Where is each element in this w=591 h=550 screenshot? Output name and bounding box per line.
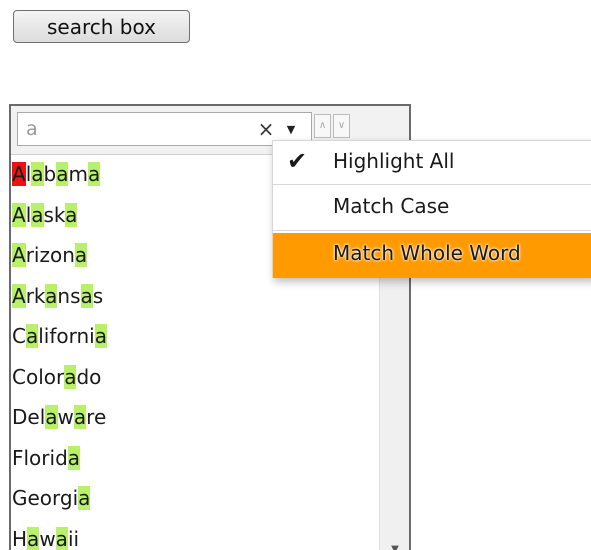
match-highlight: a (74, 243, 88, 267)
item-text: ns (57, 283, 81, 308)
match-highlight: A (12, 243, 26, 267)
list-item[interactable]: Arkansas (11, 276, 377, 317)
search-options-menu: ✔ Highlight All Match Case Match Whole W… (272, 140, 591, 278)
match-highlight: a (25, 324, 39, 348)
list-item[interactable]: Colorado (11, 357, 377, 398)
match-highlight: a (45, 283, 58, 308)
menu-item-label: Highlight All (333, 149, 455, 173)
search-options-dropdown-icon[interactable]: ▼ (280, 116, 302, 142)
match-highlight: a (56, 162, 69, 186)
list-item[interactable]: Delaware (11, 397, 377, 438)
match-highlight: a (27, 526, 40, 550)
item-text: rk (25, 283, 46, 308)
match-highlight: a (55, 526, 68, 550)
item-text: w (39, 526, 56, 550)
search-field-wrapper: × ▼ (17, 112, 312, 146)
item-text: H (12, 526, 28, 550)
item-text: Color (12, 364, 65, 389)
match-highlight: a (31, 162, 44, 186)
previous-match-button[interactable]: ∧ (314, 114, 331, 138)
match-highlight: a (87, 162, 101, 186)
menu-item-match-whole-word[interactable]: Match Whole Word (273, 233, 591, 278)
current-match-highlight: A (12, 162, 26, 186)
scroll-down-icon[interactable]: ▼ (380, 542, 409, 550)
item-text: b (43, 162, 57, 186)
list-item[interactable]: California (11, 316, 377, 357)
list-item[interactable]: Hawaii (11, 519, 377, 550)
next-match-button[interactable]: ∨ (333, 114, 350, 138)
match-highlight: A (12, 202, 26, 227)
menu-item-label: Match Whole Word (333, 241, 521, 265)
menu-item-label: Match Case (333, 194, 450, 218)
item-text: s (92, 283, 104, 308)
list-item[interactable]: Georgia (11, 478, 377, 519)
item-text: re (86, 405, 107, 429)
item-text: liforni (38, 324, 95, 348)
item-text: Del (12, 405, 46, 429)
item-text: Florid (12, 445, 68, 470)
match-highlight: a (64, 364, 77, 389)
item-text: ii (67, 526, 80, 550)
checkmark-icon: ✔ (287, 147, 308, 175)
item-text: m (68, 162, 88, 186)
match-highlight: a (31, 202, 44, 227)
menu-item-match-case[interactable]: Match Case (273, 186, 591, 231)
match-highlight: a (45, 405, 58, 429)
page: search box × ▼ ∧ ∨ AlabamaAlaskaArizonaA… (0, 0, 591, 550)
item-text: Georgi (12, 486, 79, 510)
match-highlight: a (73, 405, 87, 429)
match-highlight: A (12, 283, 26, 308)
item-text: w (57, 405, 74, 429)
search-box-button[interactable]: search box (13, 10, 190, 43)
item-text: do (76, 364, 102, 389)
match-highlight: a (78, 486, 91, 510)
match-highlight: a (94, 324, 107, 348)
item-text: sk (43, 202, 66, 227)
menu-item-highlight-all[interactable]: ✔ Highlight All (273, 141, 591, 185)
list-item[interactable]: Florida (11, 438, 377, 479)
match-highlight: a (80, 283, 93, 308)
item-text: C (12, 324, 26, 348)
item-text: rizon (25, 243, 75, 267)
search-input[interactable] (18, 113, 250, 145)
match-highlight: a (67, 445, 81, 470)
clear-icon[interactable]: × (255, 116, 277, 142)
match-highlight: a (65, 202, 78, 227)
